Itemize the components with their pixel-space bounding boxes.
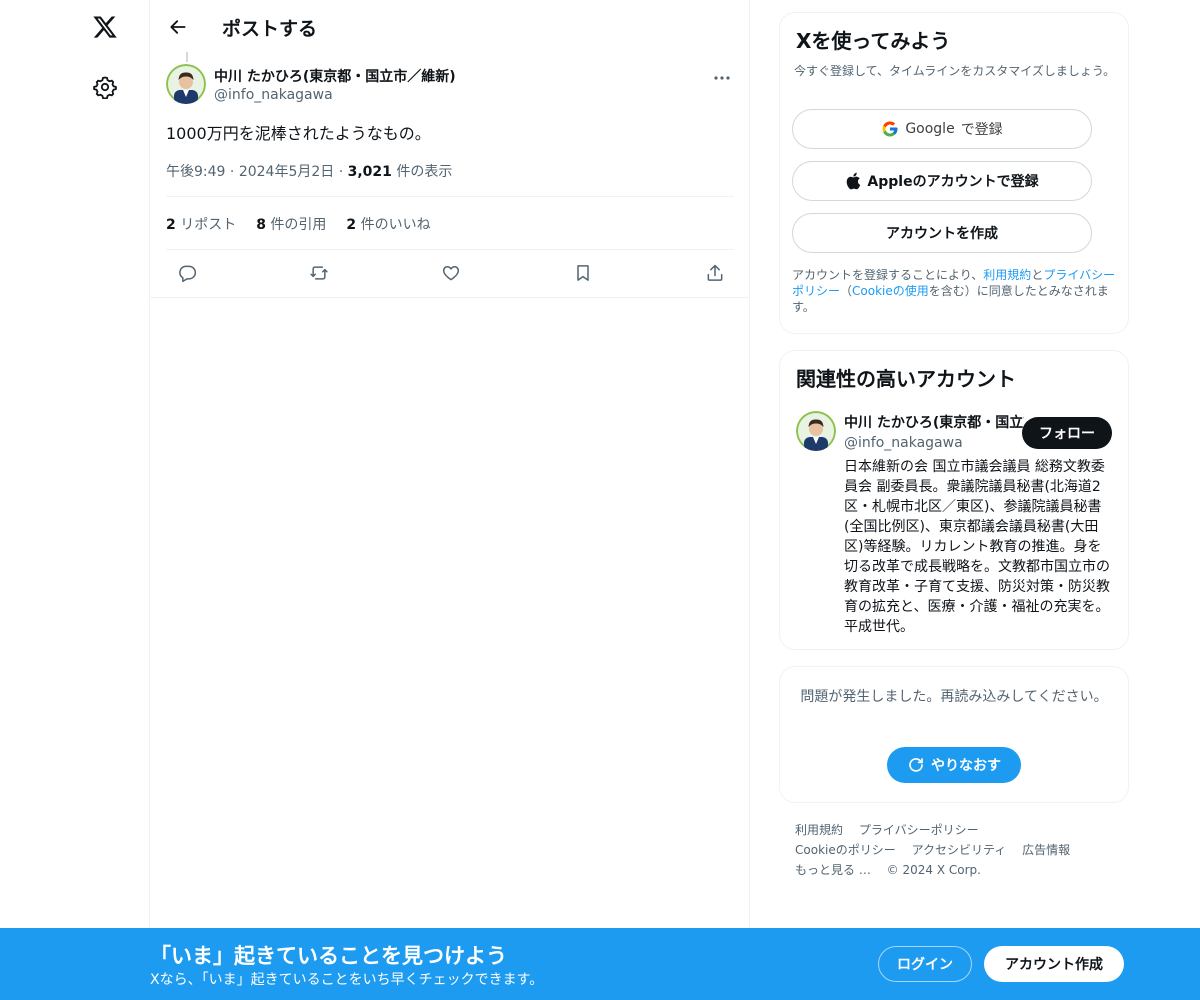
x-logo-icon[interactable]: [88, 10, 122, 44]
post-time[interactable]: 午後9:49: [166, 164, 225, 180]
legal-text: （: [840, 284, 853, 298]
meta-separator: ·: [229, 164, 239, 180]
more-options-icon[interactable]: [708, 66, 736, 90]
related-account-bio: 日本維新の会 国立市議会議員 総務文教委員会 副委員長。衆議院議員秘書(北海道2…: [844, 459, 1110, 635]
stat-quotes[interactable]: 8 件の引用: [256, 214, 326, 234]
stat-label: 件のいいね: [360, 217, 431, 233]
footer-link-accessibility[interactable]: アクセシビリティ: [912, 843, 1007, 857]
cookie-link[interactable]: Cookieの使用: [852, 284, 929, 298]
reply-icon[interactable]: [172, 258, 202, 288]
banner-title: 「いま」起きていることを見つけよう: [150, 944, 507, 968]
related-account-name[interactable]: 中川 たかひろ(東京都・国立市／維新): [844, 412, 1024, 432]
signup-card-subtitle: 今すぐ登録して、タイムラインをカスタマイズしましょう。: [794, 64, 1116, 78]
retry-button[interactable]: やりなおす: [887, 747, 1021, 783]
post-date[interactable]: 2024年5月2日: [239, 164, 334, 180]
stat-label: リポスト: [180, 217, 237, 233]
footer-link-more[interactable]: もっと見る …: [795, 863, 871, 877]
gear-icon[interactable]: [90, 72, 120, 102]
footer-link-cookie[interactable]: Cookieのポリシー: [795, 843, 896, 857]
google-signup-button[interactable]: Google で登録: [792, 109, 1092, 149]
legal-notice: アカウントを登録することにより、利用規約とプライバシーポリシー（Cookieの使…: [792, 267, 1118, 315]
footer-link-terms[interactable]: 利用規約: [795, 823, 843, 837]
signup-card: Xを使ってみよう 今すぐ登録して、タイムラインをカスタマイズしましょう。 Goo…: [779, 12, 1129, 334]
main-column: ポストする 中川 たかひろ(東京都・国立市／維新) @info_nakagawa…: [149, 0, 750, 1000]
stat-count: 8: [256, 217, 266, 233]
post-stats: 2 リポスト 8 件の引用 2 件のいいね: [166, 214, 431, 234]
avatar[interactable]: [166, 64, 206, 104]
divider: [166, 196, 734, 197]
follow-button[interactable]: フォロー: [1022, 417, 1112, 449]
footer-row: 利用規約 プライバシーポリシー: [795, 820, 1125, 840]
stat-label: 件の引用: [270, 217, 327, 233]
create-account-label: アカウントを作成: [886, 226, 998, 242]
footer-row: Cookieのポリシー アクセシビリティ 広告情報: [795, 840, 1125, 860]
like-heart-icon[interactable]: [436, 258, 466, 288]
footer-row: もっと見る … © 2024 X Corp.: [795, 860, 1125, 880]
legal-text: と: [1031, 268, 1044, 282]
google-icon: [881, 120, 899, 138]
author-name[interactable]: 中川 たかひろ(東京都・国立市／維新): [214, 66, 456, 86]
stat-reposts[interactable]: 2 リポスト: [166, 214, 236, 234]
signup-card-title: Xを使ってみよう: [796, 29, 951, 53]
page-header: ポストする: [150, 0, 749, 54]
stat-count: 2: [166, 217, 176, 233]
views-count: 3,021: [347, 164, 392, 180]
apple-icon: [845, 172, 861, 190]
related-accounts-card: 関連性の高いアカウント 中川 たかひろ(東京都・国立市／維新) @info_na…: [779, 350, 1129, 650]
avatar[interactable]: [796, 411, 836, 451]
signup-button[interactable]: アカウント作成: [984, 946, 1124, 982]
login-button[interactable]: ログイン: [878, 946, 972, 982]
apple-signup-label: Appleのアカウントで登録: [867, 174, 1039, 190]
related-account-handle[interactable]: @info_nakagawa: [844, 435, 963, 451]
footer-link-privacy[interactable]: プライバシーポリシー: [859, 823, 979, 837]
footer-link-ads[interactable]: 広告情報: [1022, 843, 1070, 857]
banner-subtitle: Xなら、「いま」起きていることをいち早くチェックできます。: [150, 972, 544, 988]
error-message: 問題が発生しました。再読み込みしてください。: [800, 689, 1108, 705]
post-meta: 午後9:49 · 2024年5月2日 · 3,021 件の表示: [166, 161, 452, 181]
meta-separator: ·: [338, 164, 348, 180]
page-title: ポストする: [222, 17, 318, 40]
bookmark-icon[interactable]: [568, 258, 598, 288]
post-author: 中川 たかひろ(東京都・国立市／維新) @info_nakagawa: [166, 64, 736, 108]
google-suffix-label: で登録: [960, 122, 1003, 138]
apple-signup-button[interactable]: Appleのアカウントで登録: [792, 161, 1092, 201]
error-card: 問題が発生しました。再読み込みしてください。 やりなおす: [779, 666, 1129, 803]
thread-line: [186, 52, 188, 62]
retry-label: やりなおす: [931, 758, 1001, 774]
share-icon[interactable]: [700, 258, 730, 288]
views-label: 件の表示: [396, 164, 453, 180]
google-brand-label: Google: [905, 121, 955, 137]
create-account-button[interactable]: アカウントを作成: [792, 213, 1092, 253]
legal-text: アカウントを登録することにより、: [792, 268, 984, 282]
author-handle[interactable]: @info_nakagawa: [214, 87, 333, 103]
footer-copyright: © 2024 X Corp.: [886, 863, 981, 877]
repost-icon[interactable]: [304, 258, 334, 288]
divider: [166, 249, 734, 250]
stat-likes[interactable]: 2 件のいいね: [346, 214, 430, 234]
refresh-icon: [907, 756, 925, 774]
divider: [150, 297, 749, 298]
footer-links: 利用規約 プライバシーポリシー Cookieのポリシー アクセシビリティ 広告情…: [795, 820, 1125, 880]
related-accounts-title: 関連性の高いアカウント: [796, 367, 1016, 391]
post-actions: [166, 258, 734, 288]
signup-banner: 「いま」起きていることを見つけよう Xなら、「いま」起きていることをいち早くチェ…: [0, 928, 1200, 1000]
stat-count: 2: [346, 217, 357, 233]
post-text: 1000万円を泥棒されたようなもの。: [166, 124, 431, 143]
back-arrow-icon[interactable]: [164, 13, 192, 41]
terms-link[interactable]: 利用規約: [983, 268, 1031, 282]
left-nav: [0, 0, 150, 1000]
